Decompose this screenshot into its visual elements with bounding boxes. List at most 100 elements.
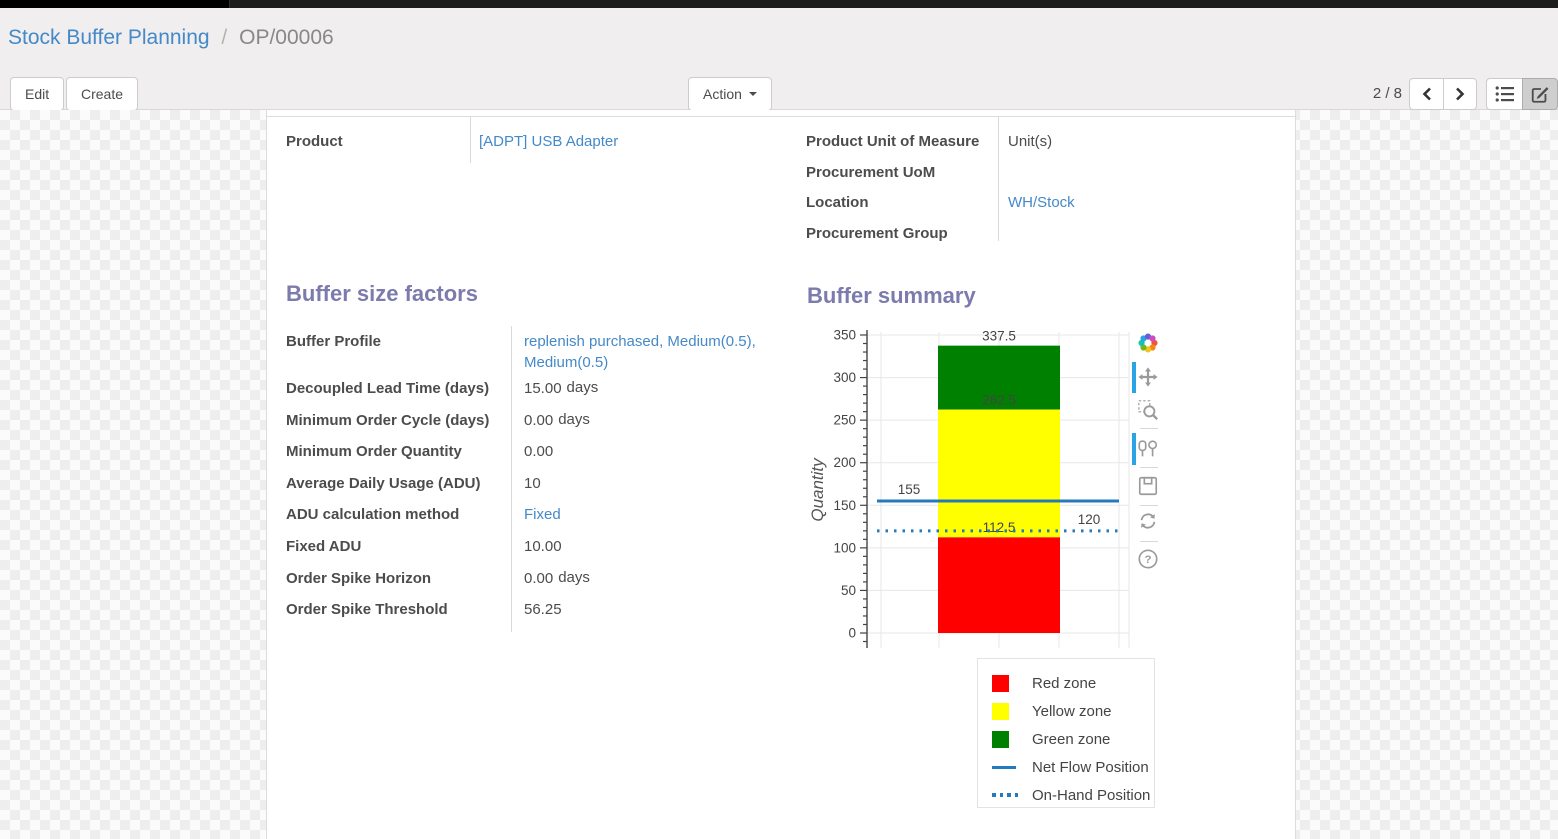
caret-down-icon xyxy=(749,92,757,96)
field-row-average-daily-usage-adu: Average Daily Usage (ADU)10 xyxy=(286,468,773,500)
legend-item-net-flow-position[interactable]: Net Flow Position xyxy=(978,753,1154,781)
field-suffix: days xyxy=(567,379,599,396)
field-row-product: Product [ADPT] USB Adapter xyxy=(286,127,766,158)
field-label-decoupled-lead-time-days: Decoupled Lead Time (days) xyxy=(286,378,511,399)
breadcrumb-parent-link[interactable]: Stock Buffer Planning xyxy=(8,26,210,49)
legend-label: Green zone xyxy=(1019,731,1110,748)
modebar-divider xyxy=(1140,428,1158,429)
field-row-product-unit-of-measure: Product Unit of MeasureUnit(s) xyxy=(806,127,1276,158)
field-value-text: 56.25 xyxy=(524,601,562,618)
field-value-text: 10.00 xyxy=(524,538,562,555)
form-sheet: Product [ADPT] USB Adapter Product Unit o… xyxy=(266,110,1296,839)
pager xyxy=(1409,78,1477,110)
field-value-location: WH/Stock xyxy=(998,192,1276,213)
field-value-product: [ADPT] USB Adapter xyxy=(470,131,766,152)
svg-text:250: 250 xyxy=(833,413,856,428)
yellow-zone-swatch-icon xyxy=(992,703,1019,720)
svg-text:350: 350 xyxy=(833,328,856,343)
box-zoom-icon[interactable] xyxy=(1137,399,1161,423)
svg-text:Quantity: Quantity xyxy=(808,457,827,522)
field-label-order-spike-horizon: Order Spike Horizon xyxy=(286,568,511,589)
legend-item-yellow-zone[interactable]: Yellow zone xyxy=(978,697,1154,725)
field-label-procurement-group: Procurement Group xyxy=(806,223,998,244)
buffer-summary-chart[interactable]: 112.5262.5337.51551200501001502002503003… xyxy=(801,320,1161,665)
field-label-location: Location xyxy=(806,192,998,213)
field-suffix: days xyxy=(558,569,590,586)
modebar-divider xyxy=(1140,467,1158,468)
plotly-logo-icon[interactable] xyxy=(1137,332,1161,356)
field-suffix: days xyxy=(558,411,590,428)
list-view-icon xyxy=(1495,85,1515,103)
modebar-divider xyxy=(1140,541,1158,542)
field-value-minimum-order-cycle-days: 0.00 days xyxy=(511,410,773,431)
reset-axes-icon[interactable] xyxy=(1137,510,1161,534)
field-label-procurement-uom: Procurement UoM xyxy=(806,162,998,183)
pager-previous-button[interactable] xyxy=(1409,78,1443,110)
field-value-product-unit-of-measure: Unit(s) xyxy=(998,131,1276,152)
control-panel: Stock Buffer Planning / OP/00006 Edit Cr… xyxy=(0,8,1558,110)
app-menu-bar xyxy=(0,0,1558,8)
field-row-minimum-order-cycle-days: Minimum Order Cycle (days)0.00days xyxy=(286,405,773,437)
field-value-text[interactable]: [ADPT] USB Adapter xyxy=(479,133,618,150)
field-value-text: 0.00 xyxy=(524,443,553,460)
field-label-adu-calculation-method: ADU calculation method xyxy=(286,504,511,525)
svg-text:300: 300 xyxy=(833,370,856,385)
stock-buffer-planning-page: Stock Buffer Planning / OP/00006 Edit Cr… xyxy=(0,0,1558,839)
field-row-procurement-uom: Procurement UoM xyxy=(806,158,1276,189)
save-image-icon[interactable] xyxy=(1137,475,1161,499)
field-value-minimum-order-quantity: 0.00 xyxy=(511,441,773,462)
svg-text:200: 200 xyxy=(833,455,856,470)
edit-button[interactable]: Edit xyxy=(10,77,64,111)
field-value-text: 0.00 xyxy=(524,412,553,429)
field-value-fixed-adu: 10.00 xyxy=(511,536,773,557)
chevron-right-icon xyxy=(1454,86,1466,102)
create-button[interactable]: Create xyxy=(66,77,138,111)
legend-item-red-zone[interactable]: Red zone xyxy=(978,669,1154,697)
legend-label: Net Flow Position xyxy=(1019,759,1149,776)
breadcrumb-current: OP/00006 xyxy=(239,26,334,49)
legend-item-on-hand-position[interactable]: On-Hand Position xyxy=(978,781,1154,809)
on-hand-position-swatch-icon xyxy=(992,793,1019,797)
modebar-scroll-indicator xyxy=(1132,433,1136,465)
field-value-text: 15.00 xyxy=(524,380,562,397)
field-value-order-spike-threshold: 56.25 xyxy=(511,599,773,620)
view-switcher xyxy=(1486,78,1558,110)
field-value-text[interactable]: WH/Stock xyxy=(1008,194,1075,211)
compare-hover-icon[interactable] xyxy=(1137,438,1161,462)
field-value-text[interactable]: replenish purchased, Medium(0.5), Medium… xyxy=(524,333,756,371)
field-row-procurement-group: Procurement Group xyxy=(806,219,1276,250)
field-row-decoupled-lead-time-days: Decoupled Lead Time (days) 15.00 days xyxy=(286,373,773,405)
breadcrumb-separator: / xyxy=(221,26,227,49)
buffer-size-factors-title: Buffer size factors xyxy=(286,281,478,307)
product-field-group: Product [ADPT] USB Adapter xyxy=(286,127,766,158)
field-label-order-spike-threshold: Order Spike Threshold xyxy=(286,599,511,620)
field-value-average-daily-usage-adu: 10 xyxy=(511,473,773,494)
action-dropdown-button[interactable]: Action xyxy=(688,77,772,111)
field-label-product: Product xyxy=(286,131,470,152)
field-row-buffer-profile: Buffer Profilereplenish purchased, Mediu… xyxy=(286,326,773,373)
svg-text:50: 50 xyxy=(841,583,856,598)
field-row-fixed-adu: Fixed ADU 10.00 xyxy=(286,531,773,563)
field-value-buffer-profile: replenish purchased, Medium(0.5), Medium… xyxy=(511,331,773,373)
field-row-adu-calculation-method: ADU calculation method Fixed xyxy=(286,499,773,531)
field-row-location: Location WH/Stock xyxy=(806,188,1276,219)
pager-next-button[interactable] xyxy=(1443,78,1477,110)
svg-text:0: 0 xyxy=(848,626,856,641)
legend-item-green-zone[interactable]: Green zone xyxy=(978,725,1154,753)
breadcrumb: Stock Buffer Planning / OP/00006 xyxy=(8,26,334,50)
form-view-button[interactable] xyxy=(1522,78,1558,110)
form-view-background: Product [ADPT] USB Adapter Product Unit o… xyxy=(0,110,1558,839)
chevron-left-icon xyxy=(1421,86,1433,102)
field-value-text[interactable]: Fixed xyxy=(524,506,561,523)
field-label-fixed-adu: Fixed ADU xyxy=(286,536,511,557)
action-label: Action xyxy=(703,86,742,102)
field-row-order-spike-threshold: Order Spike Threshold 56.25 xyxy=(286,594,773,626)
list-view-button[interactable] xyxy=(1486,78,1522,110)
pan-icon[interactable] xyxy=(1137,366,1161,390)
svg-text:112.5: 112.5 xyxy=(983,520,1016,535)
modebar-scroll-indicator xyxy=(1132,362,1136,393)
buffer-factors-field-group: Buffer Profilereplenish purchased, Mediu… xyxy=(286,326,773,626)
help-icon[interactable]: ? xyxy=(1137,548,1161,572)
field-value-text: 10 xyxy=(524,475,541,492)
chart-legend: Red zoneYellow zone Green zone Net Flow Po… xyxy=(977,658,1155,808)
